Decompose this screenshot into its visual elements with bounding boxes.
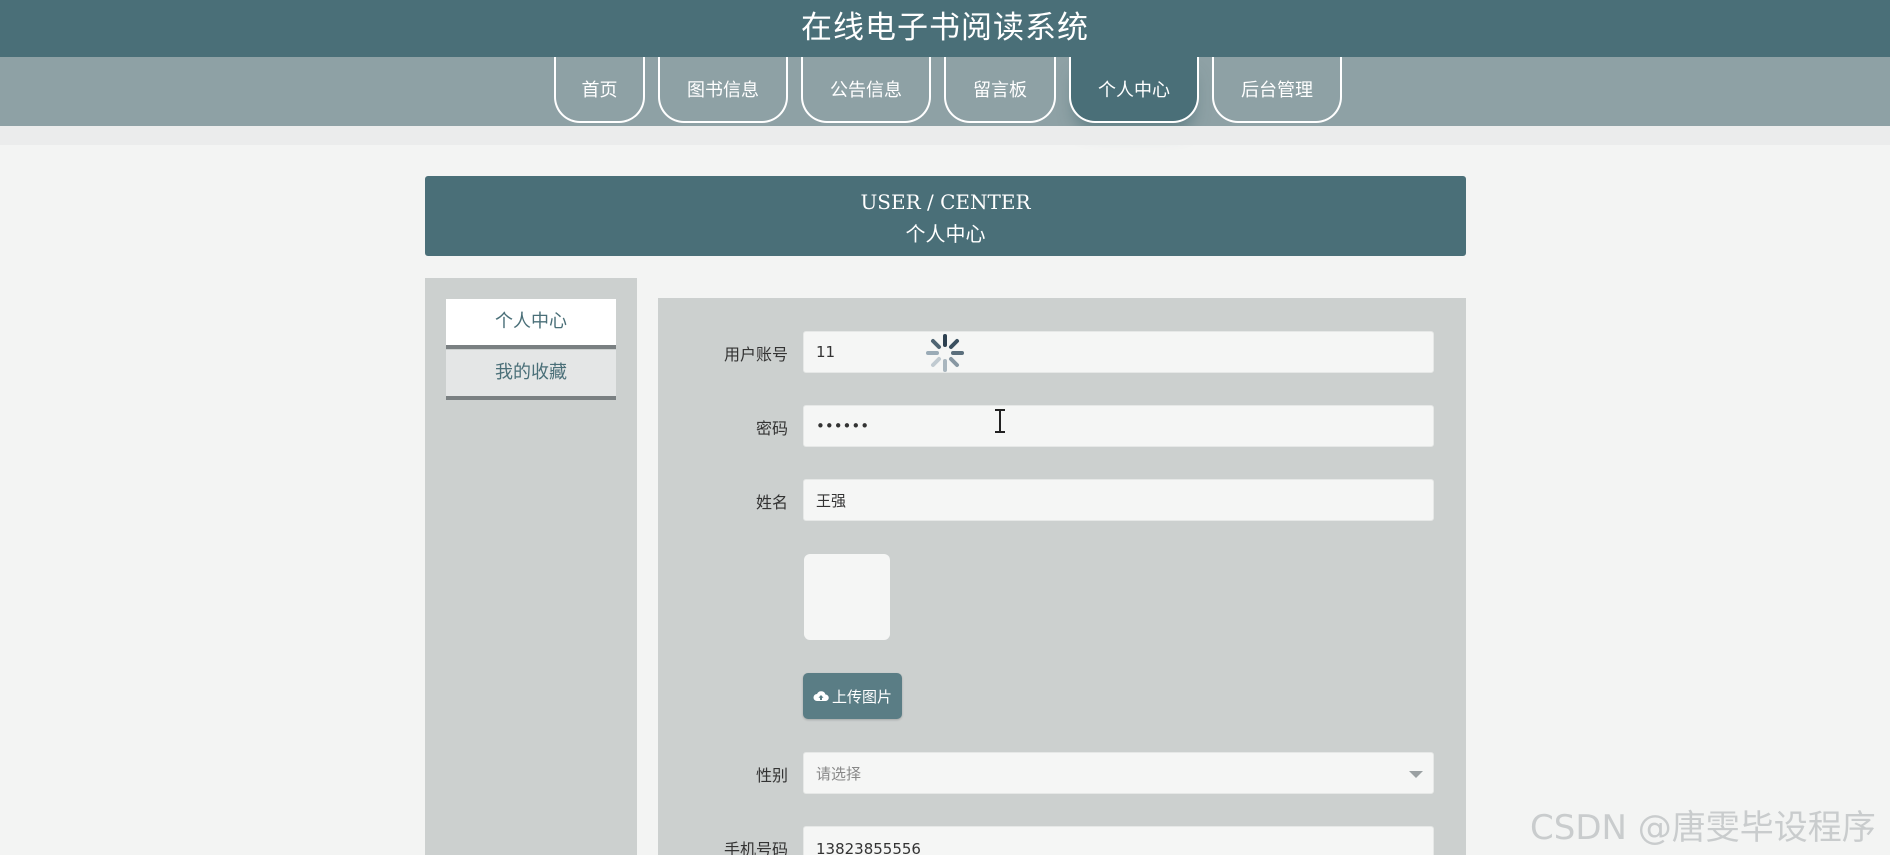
password-input[interactable]: •••••• <box>803 405 1434 447</box>
text-cursor-icon <box>995 409 1005 433</box>
phone-label: 手机号码 <box>723 840 788 855</box>
main-nav: 首页 图书信息 公告信息 留言板 个人中心 后台管理 <box>0 57 1890 126</box>
nav-item-user-center[interactable]: 个人中心 <box>1069 57 1199 123</box>
site-header: 在线电子书阅读系统 <box>0 0 1890 57</box>
nav-item-messages[interactable]: 留言板 <box>944 57 1056 123</box>
account-input[interactable]: 11 <box>803 331 1434 373</box>
page-header-en: USER / CENTER <box>860 190 1031 214</box>
nav-item-admin[interactable]: 后台管理 <box>1212 57 1342 123</box>
phone-input[interactable]: 13823855556 <box>803 826 1434 855</box>
password-label: 密码 <box>755 419 788 438</box>
nav-item-home[interactable]: 首页 <box>554 57 645 123</box>
name-value: 王强 <box>816 491 847 510</box>
upload-image-button[interactable]: 上传图片 <box>803 673 902 719</box>
sidebar-item-user-center[interactable]: 个人中心 <box>446 299 616 349</box>
gender-select[interactable]: 请选择 <box>803 752 1434 794</box>
site-title: 在线电子书阅读系统 <box>801 10 1089 46</box>
upload-image-label: 上传图片 <box>831 687 892 706</box>
account-value: 11 <box>816 343 836 361</box>
gender-label: 性别 <box>755 766 788 785</box>
nav-item-books[interactable]: 图书信息 <box>658 57 788 123</box>
cloud-upload-icon <box>813 691 829 701</box>
profile-form: 用户账号 11 密码 •••••• 姓名 王强 上传图片 性别 请选择 手机号码… <box>658 298 1466 855</box>
gender-placeholder: 请选择 <box>816 764 862 783</box>
sidebar-item-favorites[interactable]: 我的收藏 <box>446 350 616 400</box>
avatar-preview <box>804 554 890 640</box>
page-header: USER / CENTER 个人中心 <box>425 176 1466 256</box>
name-label: 姓名 <box>755 493 788 512</box>
password-value: •••••• <box>816 417 870 435</box>
phone-value: 13823855556 <box>816 840 921 855</box>
name-input[interactable]: 王强 <box>803 479 1434 521</box>
nav-item-notices[interactable]: 公告信息 <box>801 57 931 123</box>
page-header-zh: 个人中心 <box>905 222 986 246</box>
chevron-down-icon <box>1409 771 1423 778</box>
loading-spinner-icon <box>926 334 964 372</box>
sub-bar <box>0 126 1890 145</box>
nav-list: 首页 图书信息 公告信息 留言板 个人中心 后台管理 <box>554 57 1342 123</box>
watermark: CSDN @唐雯毕设程序 <box>1530 808 1876 848</box>
sidebar: 个人中心 我的收藏 <box>425 278 637 855</box>
account-label: 用户账号 <box>723 345 788 364</box>
